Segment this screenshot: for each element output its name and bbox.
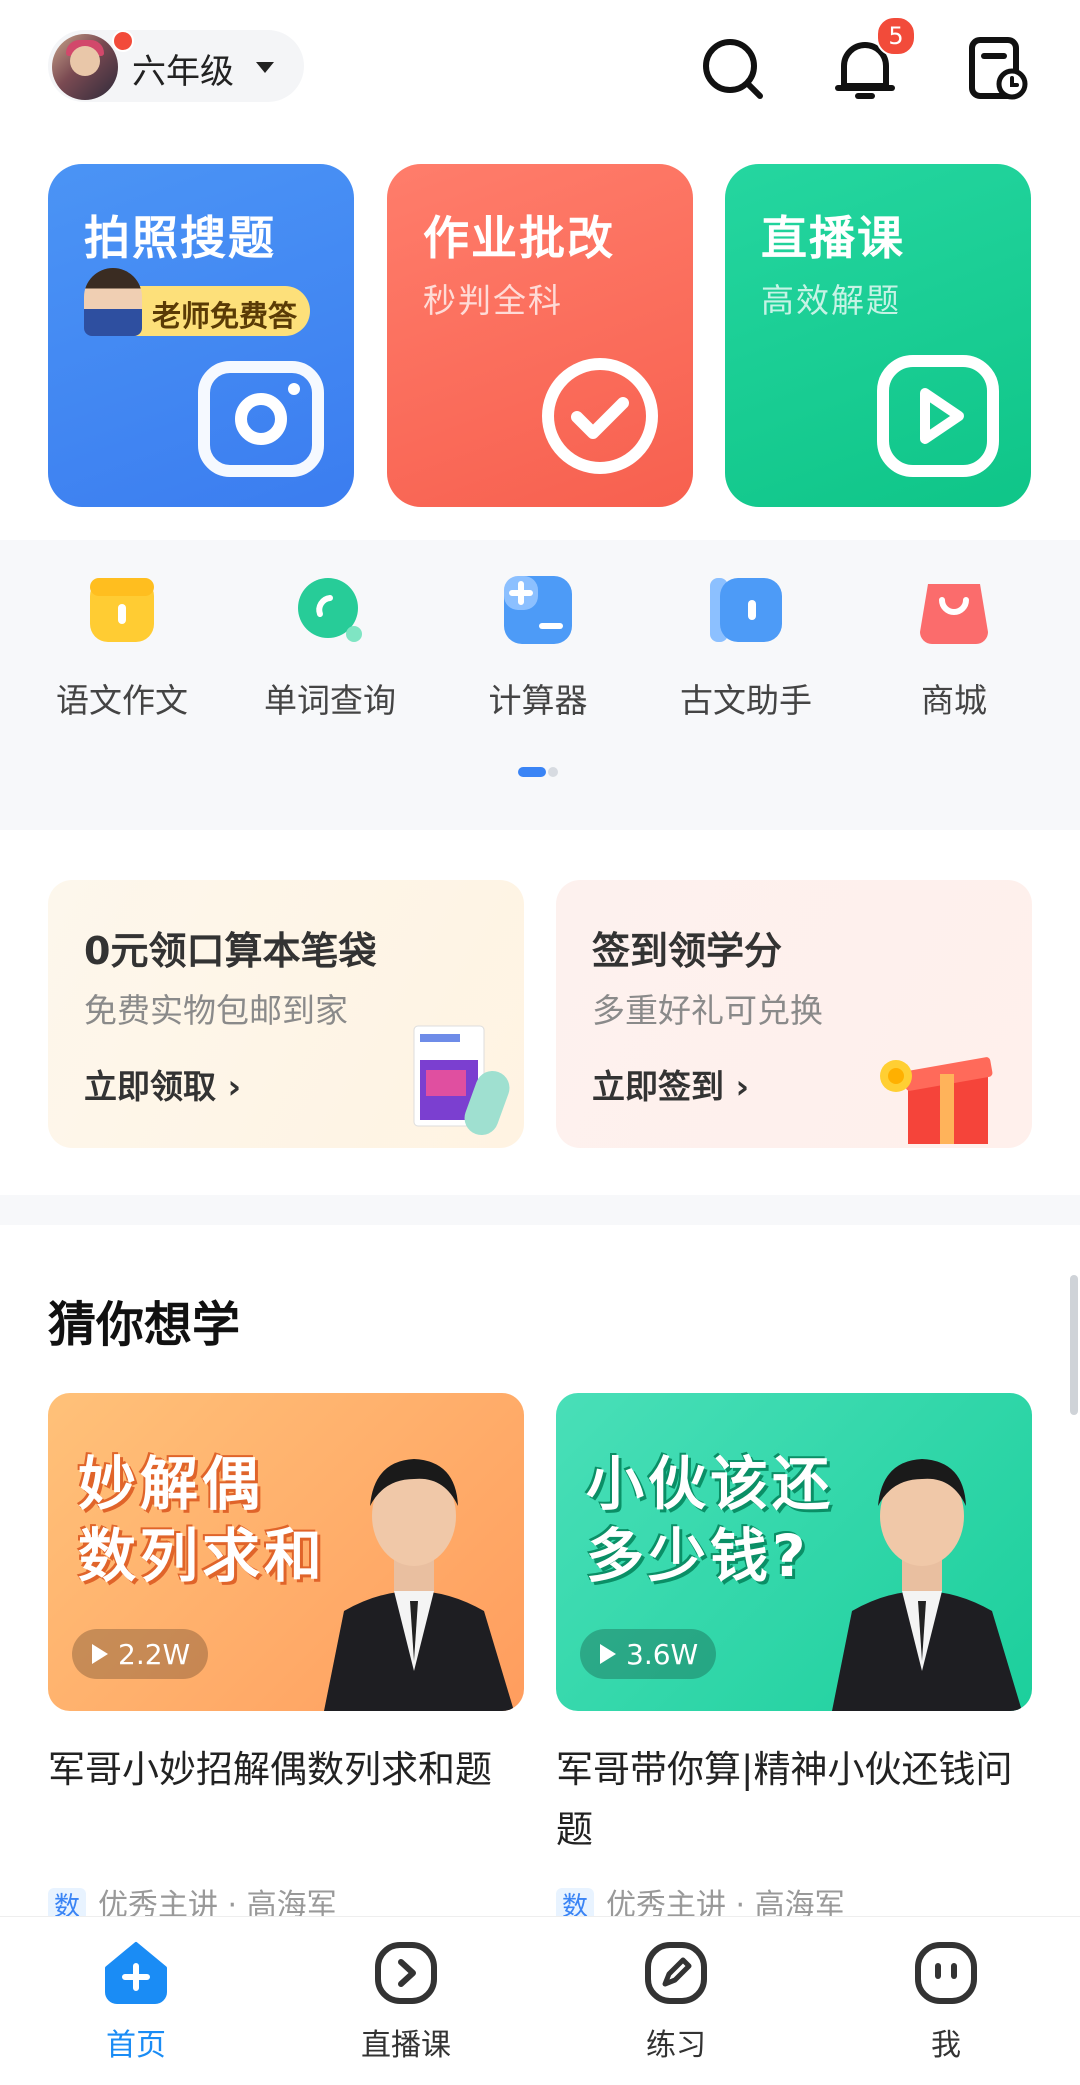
- promo-subtitle: 免费实物包邮到家: [84, 991, 348, 1030]
- video-title[interactable]: 军哥带你算|精神小伙还钱问题: [556, 1740, 1032, 1860]
- tool-classical-chinese[interactable]: 古文助手: [676, 570, 816, 722]
- tool-mall[interactable]: 商城: [884, 570, 1024, 722]
- caret-down-icon[interactable]: [256, 62, 274, 73]
- avatar[interactable]: [52, 34, 118, 100]
- tag-label: 老师免费答: [152, 299, 298, 333]
- teacher-avatar: [84, 268, 142, 336]
- card-subtitle: 高效解题: [761, 281, 901, 320]
- avatar-unread-dot: [112, 30, 134, 52]
- card-title: 直播课: [761, 211, 905, 265]
- video-cover-title: 妙解偶 数列求和: [78, 1450, 327, 1590]
- face-icon: [915, 1942, 977, 2004]
- live-play-icon: [375, 1942, 437, 2004]
- pencil-icon: [645, 1942, 707, 2004]
- tool-calculator[interactable]: 计算器: [468, 570, 608, 722]
- homework-check-card[interactable]: 作业批改 秒判全科: [387, 164, 693, 507]
- nav-label: 练习: [646, 2028, 706, 2063]
- live-class-card[interactable]: 直播课 高效解题: [725, 164, 1031, 507]
- tool-label: 单词查询: [264, 681, 396, 720]
- notification-badge: 5: [876, 16, 916, 56]
- gift-box-icon: [880, 1057, 993, 1144]
- book-icon: [710, 578, 782, 642]
- play-square-icon: [877, 355, 999, 477]
- nav-label: 直播课: [361, 2028, 451, 2063]
- teacher-photo: [832, 1459, 1022, 1711]
- tool-chinese-essay[interactable]: 语文作文: [52, 570, 192, 722]
- section-title: 猜你想学: [48, 1297, 241, 1353]
- play-count: 2.2W: [72, 1629, 208, 1679]
- search-icon[interactable]: [698, 34, 768, 104]
- promo-subtitle: 多重好礼可兑换: [592, 991, 823, 1030]
- history-doc-icon[interactable]: [962, 34, 1032, 104]
- magnifier-round-icon: [298, 578, 362, 642]
- page-indicator: [518, 762, 558, 781]
- check-circle-icon: [542, 358, 658, 474]
- camera-icon: [198, 361, 324, 477]
- shopping-bag-icon: [920, 584, 988, 644]
- nav-label: 我: [931, 2028, 961, 2063]
- grade-label[interactable]: 六年级: [132, 44, 234, 93]
- tool-word-lookup[interactable]: 单词查询: [260, 570, 400, 722]
- promo-check-in[interactable]: 签到领学分 多重好礼可兑换 立即签到 ›: [556, 880, 1032, 1148]
- video-card[interactable]: 小伙该还 多少钱? 3.6W: [556, 1393, 1032, 1711]
- promo-action[interactable]: 立即签到 ›: [592, 1060, 749, 1108]
- nav-practice[interactable]: 练习: [606, 1940, 746, 2064]
- card-title: 拍照搜题: [84, 211, 276, 265]
- promo-action[interactable]: 立即领取 ›: [84, 1060, 241, 1108]
- notebook-icon: [90, 578, 154, 642]
- page-dot-active: [518, 767, 546, 777]
- video-card[interactable]: 妙解偶 数列求和 2.2W: [48, 1393, 524, 1711]
- play-icon: [600, 1644, 616, 1664]
- tool-label: 古文助手: [680, 681, 812, 720]
- view-count: 2.2W: [118, 1638, 191, 1671]
- nav-live-class[interactable]: 直播课: [336, 1940, 476, 2064]
- promo-title: 0元领口算本笔袋: [84, 929, 377, 973]
- tool-label: 商城: [921, 681, 987, 720]
- promo-title: 签到领学分: [592, 929, 783, 973]
- scrollbar[interactable]: [1070, 1275, 1078, 1415]
- play-icon: [92, 1644, 108, 1664]
- promo-free-notebook[interactable]: 0元领口算本笔袋 免费实物包邮到家 立即领取 ›: [48, 880, 524, 1148]
- nav-home[interactable]: 首页: [66, 1940, 206, 2064]
- free-teacher-tag: 老师免费答: [84, 268, 310, 336]
- card-title: 作业批改: [423, 211, 615, 265]
- card-subtitle: 秒判全科: [423, 281, 563, 320]
- tool-label: 计算器: [488, 681, 588, 720]
- video-cover-title: 小伙该还 多少钱?: [586, 1450, 835, 1590]
- photo-search-card[interactable]: 拍照搜题 老师免费答: [48, 164, 354, 507]
- teacher-photo: [324, 1459, 514, 1711]
- calculator-icon: [504, 576, 572, 644]
- home-plus-icon: [105, 1942, 167, 2004]
- nav-label: 首页: [106, 2028, 166, 2063]
- play-count: 3.6W: [580, 1629, 716, 1679]
- nav-me[interactable]: 我: [876, 1940, 1016, 2064]
- view-count: 3.6W: [626, 1638, 699, 1671]
- book-and-pencil-case-image: [413, 1025, 510, 1136]
- tool-label: 语文作文: [56, 681, 188, 720]
- video-title[interactable]: 军哥小妙招解偶数列求和题: [48, 1740, 524, 1800]
- page-dot: [548, 767, 558, 777]
- section-divider: [0, 1195, 1080, 1225]
